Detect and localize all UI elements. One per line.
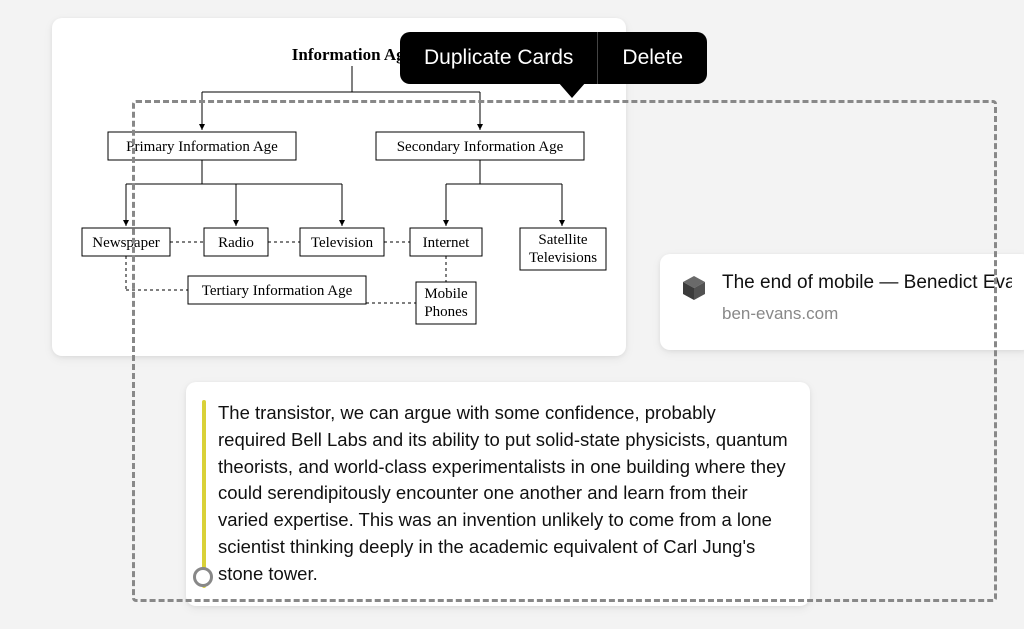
link-title: The end of mobile — Benedict Evans [722, 272, 1012, 294]
link-body: The end of mobile — Benedict Evans ben-e… [722, 272, 1012, 324]
diagram-title: Information Age [292, 45, 413, 64]
selection-handle[interactable] [193, 567, 213, 587]
link-card[interactable]: The end of mobile — Benedict Evans ben-e… [660, 254, 1024, 350]
node-mobile-1: Mobile [424, 286, 468, 302]
context-menu: Duplicate Cards Delete [400, 32, 707, 84]
quote-text: The transistor, we can argue with some c… [218, 400, 788, 588]
node-mobile-2: Phones [424, 304, 468, 320]
node-satellite-2: Televisions [529, 250, 597, 266]
quote-accent-bar [202, 400, 206, 588]
node-television: Television [311, 235, 374, 251]
node-satellite-1: Satellite [538, 232, 587, 248]
cube-icon [680, 274, 708, 302]
link-domain: ben-evans.com [722, 304, 1012, 324]
node-tertiary: Tertiary Information Age [202, 283, 353, 299]
node-internet: Internet [423, 235, 470, 251]
node-newspaper: Newspaper [92, 235, 159, 251]
quote-card[interactable]: The transistor, we can argue with some c… [186, 382, 810, 606]
node-primary: Primary Information Age [126, 139, 278, 155]
node-radio: Radio [218, 235, 254, 251]
delete-button[interactable]: Delete [598, 32, 707, 84]
node-secondary: Secondary Information Age [397, 139, 564, 155]
duplicate-cards-button[interactable]: Duplicate Cards [400, 32, 597, 84]
menu-pointer-icon [558, 82, 586, 98]
